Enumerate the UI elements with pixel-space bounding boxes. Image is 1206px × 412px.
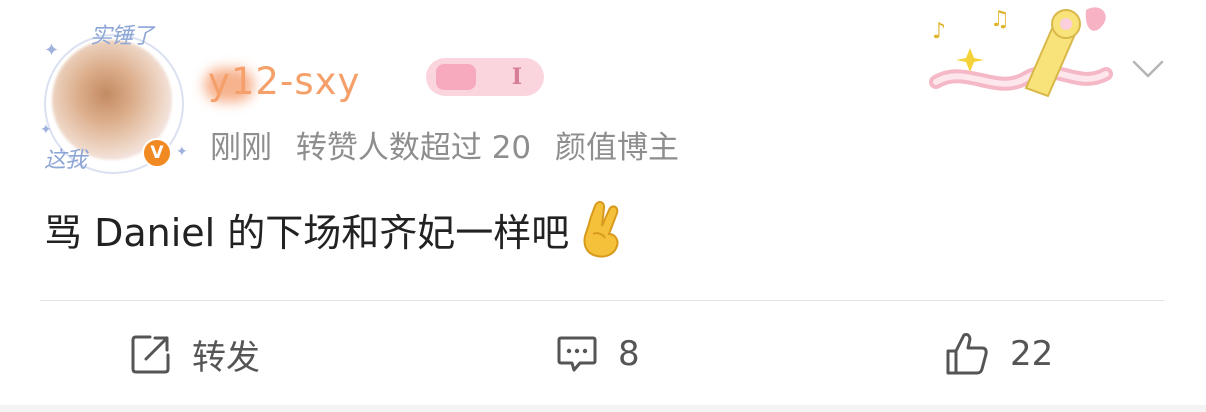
thumbs-up-icon <box>946 333 988 375</box>
verified-badge: V <box>142 138 172 168</box>
avatar-frame-text-bottom: 这我 <box>44 148 87 173</box>
member-badge[interactable]: I <box>426 58 544 96</box>
avatar[interactable]: 实锤了 这我 ✦ ✦ ✦ V <box>38 14 188 184</box>
comment-button[interactable]: 8 <box>556 326 640 382</box>
repost-button[interactable]: 转发 <box>130 326 260 382</box>
member-badge-label: I <box>511 64 522 90</box>
card-separator <box>0 405 1206 412</box>
svg-text:♫: ♫ <box>990 7 1010 32</box>
sparkle-icon: ✦ <box>40 122 52 138</box>
like-button[interactable]: 22 <box>944 326 1053 382</box>
weibo-comment-card: 实锤了 这我 ✦ ✦ ✦ V y12-sxy I 刚刚 转赞人数超过 20 颜值… <box>0 0 1206 412</box>
post-time: 刚刚 <box>210 130 272 166</box>
post-content: 骂 Daniel 的下场和齐妃一样吧 <box>44 200 623 258</box>
post-meta: 刚刚 转赞人数超过 20 颜值博主 <box>210 122 693 167</box>
comment-count: 8 <box>618 334 640 374</box>
crossed-fingers-icon <box>583 201 619 258</box>
chevron-down-icon[interactable] <box>1130 52 1166 84</box>
svg-text:♪: ♪ <box>932 19 946 44</box>
repost-label: 转发 <box>192 337 260 378</box>
repost-note: 转赞人数超过 20 <box>295 130 532 166</box>
repost-icon <box>131 335 170 374</box>
username[interactable]: y12-sxy <box>208 60 360 103</box>
sparkle-icon: ✦ <box>176 144 188 160</box>
divider <box>40 300 1164 301</box>
avatar-frame-text-top: 实锤了 <box>90 24 154 49</box>
decoration-sticker-icon: ♪ ♫ <box>929 7 1113 98</box>
post-text: 骂 Daniel 的下场和齐妃一样吧 <box>44 210 570 255</box>
cake-icon <box>436 64 476 90</box>
like-count: 22 <box>1010 334 1054 374</box>
author-tag[interactable]: 颜值博主 <box>555 130 679 166</box>
comment-icon <box>557 336 597 372</box>
sparkle-icon: ✦ <box>44 40 60 61</box>
